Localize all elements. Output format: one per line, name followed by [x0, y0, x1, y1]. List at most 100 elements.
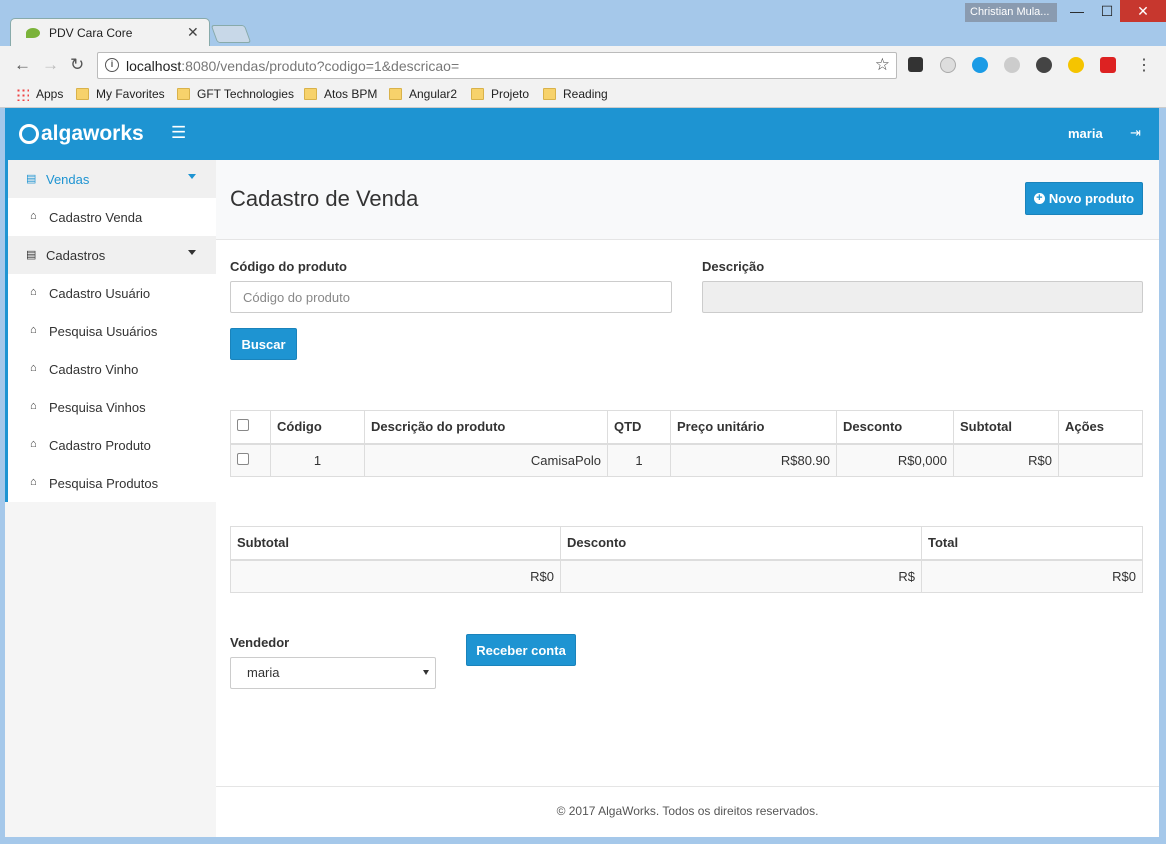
seller-label: Vendedor	[230, 635, 290, 650]
totals-row: R$0 R$ R$0	[230, 559, 1143, 593]
seller-select[interactable]: maria	[230, 657, 436, 689]
table-header-row: Código Descrição do produto QTD Preço un…	[230, 410, 1143, 445]
bookmark-my-favorites[interactable]: My Favorites	[76, 87, 165, 101]
sidebar-group-vendas[interactable]: ▤ Vendas	[5, 160, 216, 198]
description-label: Descrição	[702, 259, 765, 274]
sidebar-item-cadastro-produto[interactable]: ⌂ Cadastro Produto	[5, 426, 216, 464]
product-code-input[interactable]	[230, 281, 672, 313]
bookmark-projeto[interactable]: Projeto	[471, 87, 529, 101]
folder-icon	[304, 88, 317, 100]
sidebar-item-cadastro-venda[interactable]: ⌂ Cadastro Venda	[5, 198, 216, 236]
receive-payment-button[interactable]: Receber conta	[466, 634, 576, 666]
close-tab-icon[interactable]: ✕	[187, 24, 199, 41]
page-title: Cadastro de Venda	[230, 186, 419, 211]
user-name[interactable]: maria	[1068, 126, 1103, 141]
menu-toggle-icon[interactable]: ☰	[171, 123, 186, 143]
title-bar: Christian Mula... — ☐ ✕ PDV Cara Core ✕	[0, 0, 1166, 47]
sync-extension-icon[interactable]	[1036, 57, 1052, 73]
column-header[interactable]: Código	[270, 410, 365, 445]
select-all-checkbox[interactable]	[237, 419, 249, 432]
profile-chip[interactable]: Christian Mula...	[965, 3, 1057, 22]
reload-icon[interactable]: ↻	[70, 55, 84, 75]
column-header[interactable]: QTD	[607, 410, 671, 445]
total-desconto: R$	[560, 559, 922, 593]
browser-window: Christian Mula... — ☐ ✕ PDV Cara Core ✕ …	[0, 0, 1166, 844]
minimize-button[interactable]: —	[1062, 0, 1092, 22]
close-window-button[interactable]: ✕	[1120, 0, 1166, 22]
cell-qtd: 1	[607, 443, 671, 477]
bookmark-atos[interactable]: Atos BPM	[304, 87, 377, 101]
column-header: Desconto	[560, 526, 922, 561]
folder-icon	[543, 88, 556, 100]
home-icon: ⌂	[30, 400, 37, 412]
sidebar: ▤ Vendas ⌂ Cadastro Venda ▤ Cadastros ⌂ …	[5, 160, 216, 837]
logout-icon[interactable]: ⇥	[1130, 125, 1141, 141]
leaf-icon	[26, 28, 40, 38]
bookmark-angular2[interactable]: Angular2	[389, 87, 457, 101]
bookmarks-bar: Apps My Favorites GFT Technologies Atos …	[0, 84, 1166, 108]
home-icon: ⌂	[30, 438, 37, 450]
browser-toolbar: ← → ↻ i localhost:8080/vendas/produto?co…	[0, 46, 1166, 84]
code-label: Código do produto	[230, 259, 347, 274]
browser-tab[interactable]: PDV Cara Core ✕	[10, 18, 210, 47]
bookmark-gft[interactable]: GFT Technologies	[177, 87, 294, 101]
home-icon: ⌂	[30, 324, 37, 336]
bookmark-star-icon[interactable]: ☆	[875, 55, 890, 75]
sidebar-item-cadastro-vinho[interactable]: ⌂ Cadastro Vinho	[5, 350, 216, 388]
folder-icon	[76, 88, 89, 100]
blocked-extension-icon[interactable]	[1004, 57, 1020, 73]
column-header[interactable]: Descrição do produto	[364, 410, 608, 445]
search-button[interactable]: Buscar	[230, 328, 297, 360]
cell-acoes	[1058, 443, 1143, 477]
cube-extension-icon[interactable]	[940, 57, 956, 73]
app-header: algaworks ☰ maria ⇥	[5, 108, 1159, 160]
bookmark-reading[interactable]: Reading	[543, 87, 608, 101]
sidebar-item-pesquisa-produtos[interactable]: ⌂ Pesquisa Produtos	[5, 464, 216, 502]
seller-selected-value: maria	[247, 665, 280, 680]
sidebar-item-pesquisa-usuarios[interactable]: ⌂ Pesquisa Usuários	[5, 312, 216, 350]
app-viewport: algaworks ☰ maria ⇥ ▤ Vendas ⌂ Cadastro …	[5, 108, 1159, 837]
total-subtotal: R$0	[230, 559, 561, 593]
sidebar-item-cadastro-usuario[interactable]: ⌂ Cadastro Usuário	[5, 274, 216, 312]
sidebar-item-pesquisa-vinhos[interactable]: ⌂ Pesquisa Vinhos	[5, 388, 216, 426]
cell-preco: R$80.90	[670, 443, 837, 477]
caret-down-icon	[188, 250, 196, 255]
home-icon: ⌂	[30, 210, 37, 222]
new-product-button[interactable]: + Novo produto	[1025, 182, 1143, 215]
url-text: localhost:8080/vendas/produto?codigo=1&d…	[126, 58, 460, 74]
chrome-menu-icon[interactable]: ⋮	[1136, 55, 1152, 75]
totals-header-row: Subtotal Desconto Total	[230, 526, 1143, 561]
column-header[interactable]: Ações	[1058, 410, 1143, 445]
column-header[interactable]: Desconto	[836, 410, 954, 445]
logo-icon	[19, 124, 39, 144]
column-header[interactable]: Subtotal	[953, 410, 1059, 445]
address-bar[interactable]: i localhost:8080/vendas/produto?codigo=1…	[97, 52, 897, 79]
plus-circle-icon: +	[1033, 193, 1045, 204]
folder-icon	[471, 88, 484, 100]
description-input	[702, 281, 1143, 313]
forward-icon[interactable]: →	[42, 55, 59, 75]
page-header: Cadastro de Venda + Novo produto	[216, 160, 1159, 240]
skype-extension-icon[interactable]	[972, 57, 988, 73]
home-icon: ⌂	[30, 362, 37, 374]
cell-descricao: CamisaPolo	[364, 443, 608, 477]
cell-desconto: R$0,000	[836, 443, 954, 477]
apps-grid-icon	[16, 87, 29, 101]
maximize-button[interactable]: ☐	[1092, 0, 1122, 22]
new-tab-button[interactable]	[210, 25, 252, 43]
row-checkbox[interactable]	[237, 452, 249, 465]
table-row: 1 CamisaPolo 1 R$80.90 R$0,000 R$0	[230, 443, 1143, 477]
column-header[interactable]: Preço unitário	[670, 410, 837, 445]
bookmark-apps[interactable]: Apps	[16, 87, 63, 101]
items-table: Código Descrição do produto QTD Preço un…	[230, 410, 1143, 477]
folder-icon	[177, 88, 190, 100]
moon-extension-icon[interactable]	[1068, 57, 1084, 73]
back-icon[interactable]: ←	[14, 55, 31, 75]
home-icon: ⌂	[30, 476, 37, 488]
cell-codigo: 1	[270, 443, 365, 477]
settings-extension-icon[interactable]	[908, 57, 923, 72]
sidebar-group-cadastros[interactable]: ▤ Cadastros	[5, 236, 216, 274]
info-icon[interactable]: i	[105, 58, 119, 72]
logo[interactable]: algaworks	[19, 122, 144, 146]
media-extension-icon[interactable]	[1100, 57, 1116, 73]
